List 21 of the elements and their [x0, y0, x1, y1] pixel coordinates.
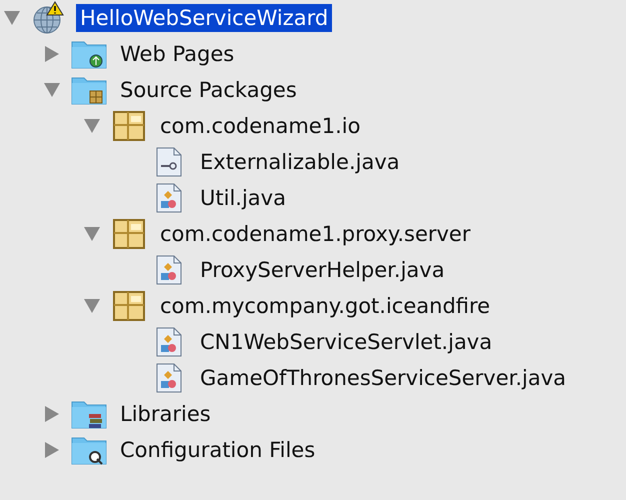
tree-item[interactable]: HelloWebServiceWizard [76, 4, 332, 32]
file-icon [156, 147, 182, 177]
tree-item[interactable]: Configuration Files [116, 436, 320, 464]
package-icon [113, 291, 145, 321]
tree-item[interactable]: com.codename1.proxy.server [156, 220, 474, 248]
file-icon [156, 255, 182, 285]
file-icon [156, 363, 182, 393]
file-icon [156, 183, 182, 213]
tree-item[interactable]: com.codename1.io [156, 112, 364, 140]
tree-item[interactable]: com.mycompany.got.iceandfire [156, 292, 494, 320]
tree-item[interactable]: Libraries [116, 400, 215, 428]
package-icon [113, 219, 145, 249]
tree-item[interactable]: GameOfThronesServiceServer.java [196, 364, 570, 392]
tree-item[interactable]: CN1WebServiceServlet.java [196, 328, 496, 356]
tree-item[interactable]: Util.java [196, 184, 290, 212]
package-icon [113, 111, 145, 141]
file-icon [156, 327, 182, 357]
tree-item[interactable]: Source Packages [116, 76, 301, 104]
tree-item[interactable]: ProxyServerHelper.java [196, 256, 449, 284]
tree-item[interactable]: Web Pages [116, 40, 238, 68]
tree-item[interactable]: Externalizable.java [196, 148, 404, 176]
